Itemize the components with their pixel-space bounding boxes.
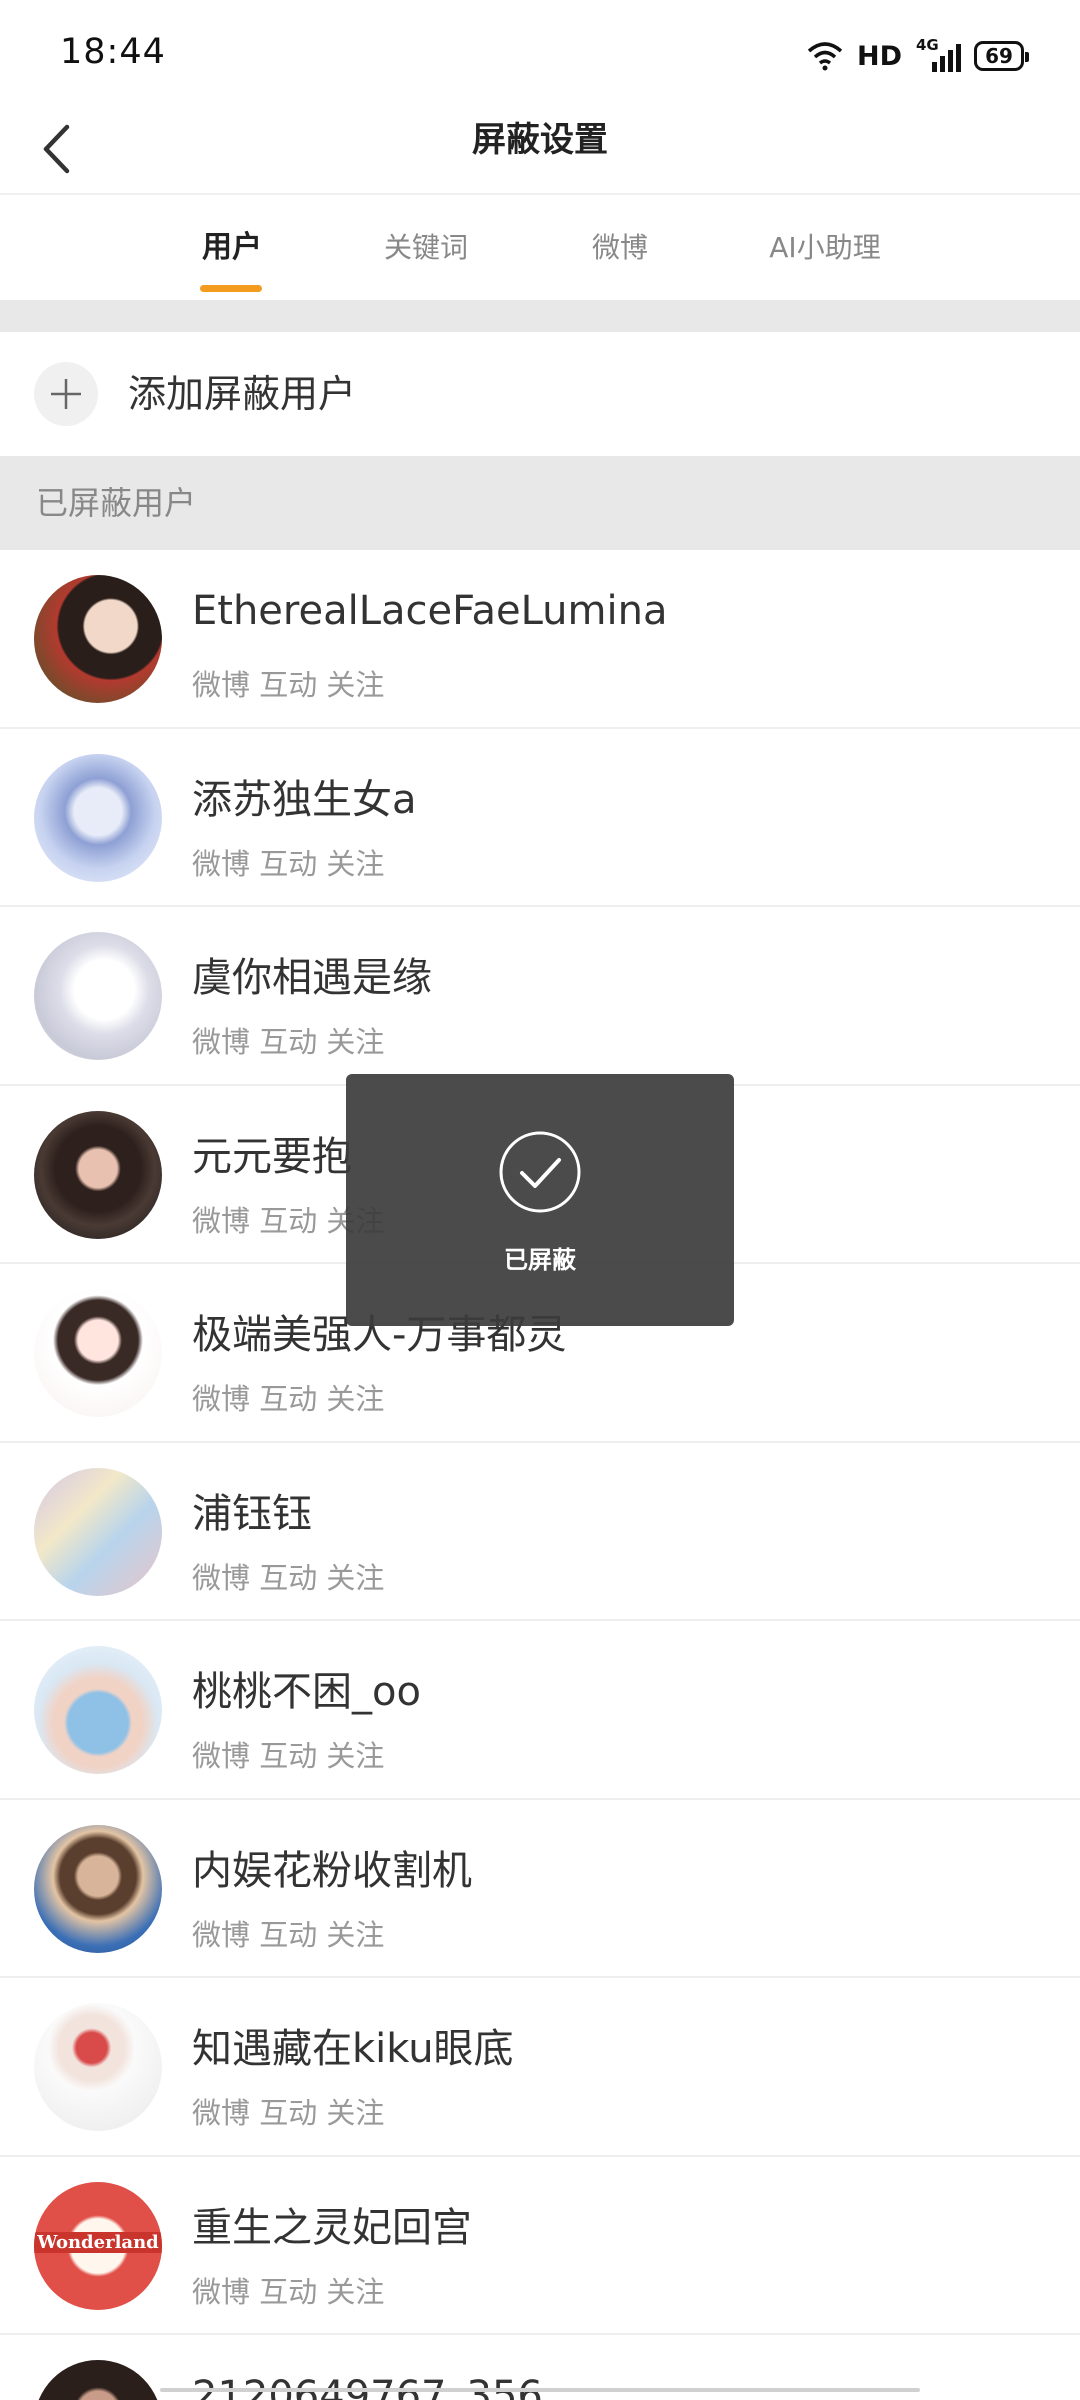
blocked-user-list: EtherealLaceFaeLumina 微博 互动 关注 添苏独生女a 微博…	[0, 550, 1080, 2400]
status-time: 18:44	[60, 32, 166, 72]
tab-ai-assistant[interactable]: AI小助理	[760, 195, 890, 300]
user-meta: 微博 互动 关注	[192, 1382, 385, 1416]
status-icons: HD 4G 69	[807, 36, 1029, 76]
avatar[interactable]	[34, 753, 162, 882]
active-tab-indicator	[200, 285, 262, 292]
avatar[interactable]: Wonderland	[34, 2181, 162, 2310]
plus-icon	[51, 379, 81, 409]
user-name: EtherealLaceFaeLumina	[192, 588, 668, 634]
add-blocked-user-label: 添加屏蔽用户	[128, 372, 357, 416]
avatar-logo-text: Wonderland	[34, 2231, 162, 2253]
nav-bar: 屏蔽设置	[0, 110, 1080, 194]
avatar[interactable]	[34, 1824, 162, 1953]
check-circle-icon	[499, 1131, 581, 1213]
status-bar: 18:44 HD 4G 69	[0, 0, 1080, 110]
signal-icon: 4G	[916, 36, 961, 72]
tab-weibo[interactable]: 微博	[580, 195, 660, 300]
user-row[interactable]: 浦钰钰 微博 互动 关注	[0, 1442, 1080, 1621]
user-row[interactable]: EtherealLaceFaeLumina 微博 互动 关注	[0, 550, 1080, 729]
blocked-toast: 已屏蔽	[346, 1074, 734, 1326]
home-indicator	[160, 2388, 920, 2392]
user-meta: 微博 互动 关注	[192, 1560, 385, 1595]
screen: 18:44 HD 4G 69 屏蔽设置 用户 关键词 微博 AI小助理 添加屏蔽…	[0, 0, 1080, 2400]
avatar[interactable]	[34, 575, 162, 703]
user-name: 知遇藏在kiku眼底	[192, 2026, 514, 2072]
network-hd-label: HD	[856, 40, 902, 72]
add-blocked-user-button[interactable]: 添加屏蔽用户	[0, 332, 1080, 456]
user-name: 虞你相遇是缘	[192, 955, 432, 1001]
user-name: 重生之灵妃回宫	[192, 2204, 472, 2251]
avatar[interactable]	[34, 1646, 162, 1774]
user-row[interactable]: 知遇藏在kiku眼底 微博 互动 关注	[0, 1978, 1080, 2157]
avatar[interactable]	[34, 1289, 162, 1417]
avatar[interactable]	[34, 1467, 162, 1596]
user-meta: 微博 互动 关注	[192, 846, 385, 881]
section-gap	[0, 300, 1080, 332]
avatar[interactable]	[34, 2360, 162, 2400]
user-row[interactable]: Wonderland 重生之灵妃回宫 微博 互动 关注	[0, 2156, 1080, 2335]
wifi-icon	[807, 42, 843, 71]
user-meta: 微博 互动 关注	[192, 2274, 385, 2309]
avatar[interactable]	[34, 1110, 162, 1239]
user-meta: 微博 互动 关注	[192, 1025, 385, 1059]
section-title: 已屏蔽用户	[36, 484, 197, 522]
user-name: 浦钰钰	[192, 1490, 312, 1537]
tab-keywords[interactable]: 关键词	[370, 195, 482, 300]
user-row[interactable]: 虞你相遇是缘 微博 互动 关注	[0, 907, 1080, 1086]
add-icon-circle	[34, 362, 98, 426]
user-name: 2120649767_356	[192, 2373, 543, 2400]
toast-message: 已屏蔽	[504, 1246, 576, 1274]
user-row[interactable]: 添苏独生女a 微博 互动 关注	[0, 728, 1080, 907]
user-name: 桃桃不困_oo	[192, 1669, 421, 1715]
user-row[interactable]: 内娱花粉收割机 微博 互动 关注	[0, 1799, 1080, 1978]
signal-label: 4G	[916, 36, 939, 54]
blocked-users-section-header: 已屏蔽用户	[0, 456, 1080, 550]
user-name: 内娱花粉收割机	[192, 1847, 472, 1894]
tab-bar: 用户 关键词 微博 AI小助理	[0, 195, 1080, 300]
user-name: 元元要抱	[192, 1133, 352, 1180]
user-name: 添苏独生女a	[192, 776, 417, 823]
battery-level: 69	[985, 44, 1013, 68]
user-meta: 微博 互动 关注	[192, 2096, 385, 2130]
battery-icon: 69	[974, 41, 1029, 71]
avatar[interactable]	[34, 2003, 162, 2131]
page-title: 屏蔽设置	[472, 120, 608, 160]
user-meta: 微博 互动 关注	[192, 1917, 385, 1952]
user-meta: 微博 互动 关注	[192, 1739, 385, 1773]
user-row[interactable]: 桃桃不困_oo 微博 互动 关注	[0, 1621, 1080, 1800]
avatar[interactable]	[34, 932, 162, 1060]
user-meta: 微博 互动 关注	[192, 668, 385, 702]
